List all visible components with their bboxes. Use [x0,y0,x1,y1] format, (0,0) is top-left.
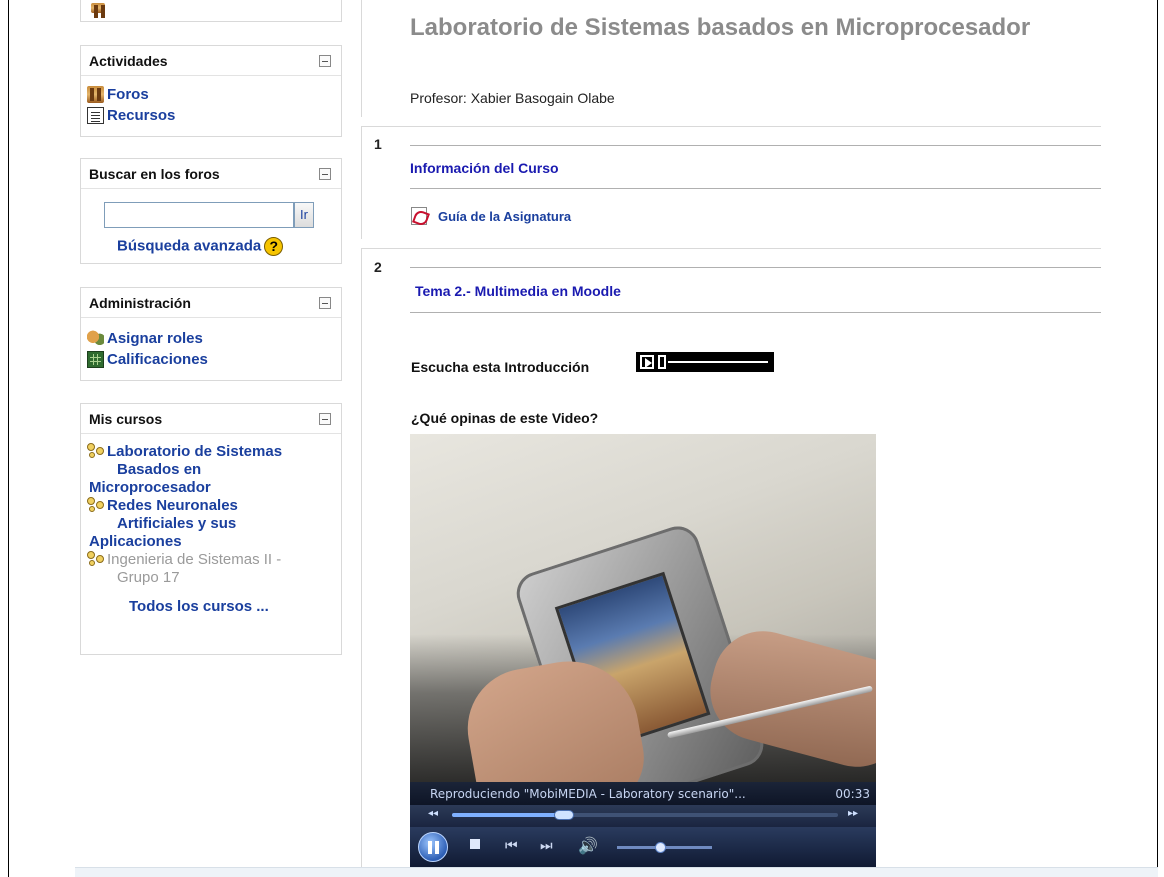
block-forum-search: Buscar en los foros Ir Búsqueda avanzada… [80,158,342,264]
block-activities: Actividades Foros Recursos [80,45,342,137]
block-my-courses-header: Mis cursos [81,404,341,434]
video-status-text: Reproduciendo "MobiMEDIA - Laboratory sc… [430,786,746,801]
activity-item-resources[interactable]: Recursos [87,105,335,126]
block-forum-search-header: Buscar en los foros [81,159,341,189]
video-seek-bar[interactable]: ◂◂ ▸▸ [410,805,876,827]
video-seek-track[interactable] [452,810,838,820]
video-seek-knob[interactable] [554,810,574,820]
section-2-divider-top [410,267,1101,268]
course-item-ingenieria-sistemas[interactable]: Ingenieria de Sistemas II - Grupo 17 [87,551,335,587]
course-icon [87,443,104,459]
activity-link-resources[interactable]: Recursos [107,107,175,124]
stop-icon[interactable] [470,839,480,849]
section-2-divider-bottom [410,312,1101,313]
block-administration-title: Administración [89,294,191,311]
course-item-redes-neuronales[interactable]: Redes Neuronales Artificiales y sus Apli… [87,497,335,551]
audio-intro-label: Escucha esta Introducción [411,359,590,375]
pause-icon[interactable] [418,832,448,862]
video-question: ¿Qué opinas de este Video? [411,410,599,426]
block-administration: Administración Asignar roles Calificacio… [80,287,342,381]
pdf-icon [411,207,427,225]
seek-back-icon[interactable]: ◂◂ [428,808,438,819]
collapse-icon[interactable] [319,412,331,425]
course-link-line3[interactable]: Microprocesador [89,479,335,497]
video-status-bar: Reproduciendo "MobiMEDIA - Laboratory sc… [410,782,876,805]
play-icon[interactable] [640,355,654,369]
assign-roles-icon [87,330,104,347]
page-footer-strip [75,867,1158,877]
video-player[interactable]: Reproduciendo "MobiMEDIA - Laboratory sc… [410,434,876,867]
section-1-divider-bottom [410,188,1101,189]
collapse-icon[interactable] [319,167,331,180]
previous-icon[interactable]: ⏮ [505,837,518,854]
audio-player[interactable] [636,352,774,372]
course-link-line2[interactable]: Artificiales y sus [87,515,335,533]
block-administration-header: Administración [81,288,341,318]
block-my-courses: Mis cursos Laboratorio de Sistemas Basad… [80,403,342,655]
section-2-number: 2 [374,259,382,275]
audio-seek-thumb[interactable] [658,355,666,369]
help-icon[interactable]: ? [264,237,284,256]
resource-icon [87,107,104,124]
course-link-line2[interactable]: Basados en [87,461,335,479]
guide-resource-link[interactable]: Guía de la Asignatura [438,209,571,224]
teacher-name: Profesor: Xabier Basogain Olabe [410,90,615,106]
seek-forward-icon[interactable]: ▸▸ [848,808,858,819]
admin-item-grades[interactable]: Calificaciones [87,349,335,370]
course-link-line2[interactable]: Grupo 17 [87,569,335,587]
block-activities-header: Actividades [81,46,341,76]
section-1-divider-top [410,145,1101,146]
block-activities-title: Actividades [89,52,168,69]
forum-search-go-button[interactable]: Ir [294,202,314,228]
course-icon [87,497,104,513]
video-time: 00:33 [835,786,870,801]
block-forum-search-title: Buscar en los foros [89,165,220,182]
course-link-line3[interactable]: Aplicaciones [89,533,335,551]
course-link-line1[interactable]: Redes Neuronales [107,497,238,514]
admin-item-assign-roles[interactable]: Asignar roles [87,328,335,349]
section-1-heading-link[interactable]: Información del Curso [410,160,559,176]
grades-icon [87,351,104,368]
course-title: Laboratorio de Sistemas basados en Micro… [410,14,1031,41]
section-1-number: 1 [374,136,382,152]
block-my-courses-title: Mis cursos [89,410,163,427]
collapse-icon[interactable] [319,296,331,309]
next-icon[interactable]: ⏭ [540,837,553,854]
activity-link-forums[interactable]: Foros [107,86,149,103]
all-courses-link[interactable]: Todos los cursos ... [129,598,269,615]
volume-icon[interactable]: 🔊 [578,836,598,856]
volume-knob[interactable] [655,842,666,853]
course-link-line1[interactable]: Laboratorio de Sistemas [107,443,282,460]
video-controls: ⏮ ⏭ 🔊 [410,827,876,867]
course-item-lab-sistemas[interactable]: Laboratorio de Sistemas Basados en Micro… [87,443,335,497]
video-seek-fill [452,813,564,817]
audio-seek-track[interactable] [668,361,768,363]
course-link-line1[interactable]: Ingenieria de Sistemas II - [106,551,281,569]
forum-icon [87,86,104,103]
activity-item-forums[interactable]: Foros [87,84,335,105]
partial-block-icon [91,3,105,18]
collapse-icon[interactable] [319,54,331,67]
section-2-heading-link[interactable]: Tema 2.- Multimedia en Moodle [415,283,621,299]
block-partial-top [80,0,342,22]
admin-link-assign-roles[interactable]: Asignar roles [107,330,203,347]
advanced-search-link[interactable]: Búsqueda avanzada [117,237,261,254]
admin-link-grades[interactable]: Calificaciones [107,351,208,368]
forum-search-input[interactable] [104,202,294,228]
course-icon [87,551,104,567]
